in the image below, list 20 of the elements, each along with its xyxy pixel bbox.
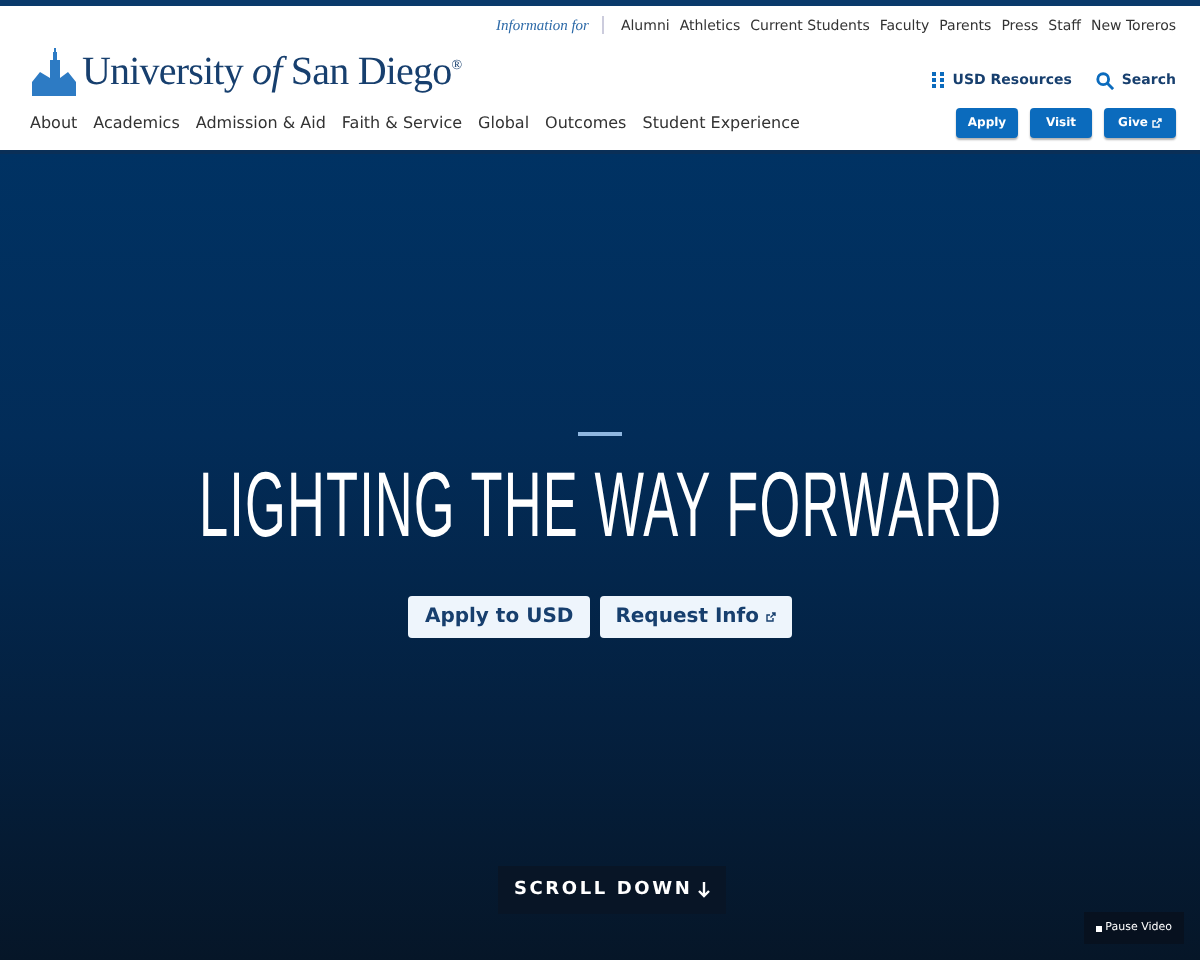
main-nav-link[interactable]: Admission & Aid (195, 113, 326, 131)
main-nav-link[interactable]: Academics (93, 113, 180, 131)
main-nav-link[interactable]: Outcomes (545, 113, 627, 131)
search-icon (1095, 71, 1114, 89)
stop-icon (1095, 925, 1102, 931)
hero-title: LIGHTING THE WAY FORWARD (198, 454, 1002, 556)
logo-wordmark: University of San Diego$^{®}$ (82, 50, 462, 96)
main-nav-link[interactable]: Student Experience (642, 113, 800, 131)
down-arrow-icon (698, 882, 711, 898)
hero-button[interactable]: Apply to USD (408, 595, 590, 638)
main-nav-link[interactable]: Global (478, 113, 530, 131)
grid-icon (932, 72, 945, 88)
hero-button[interactable]: Request Info (599, 595, 792, 638)
external-link-icon (1151, 117, 1162, 127)
main-nav-link[interactable]: About (30, 113, 78, 131)
external-link-icon (765, 611, 776, 622)
scroll-down-button[interactable]: SCROLL DOWN (498, 866, 727, 914)
main-nav-link[interactable]: Faith & Service (341, 113, 463, 131)
mission-building-icon (32, 48, 76, 96)
university-logo[interactable]: University of San Diego$^{®}$ (32, 48, 462, 96)
